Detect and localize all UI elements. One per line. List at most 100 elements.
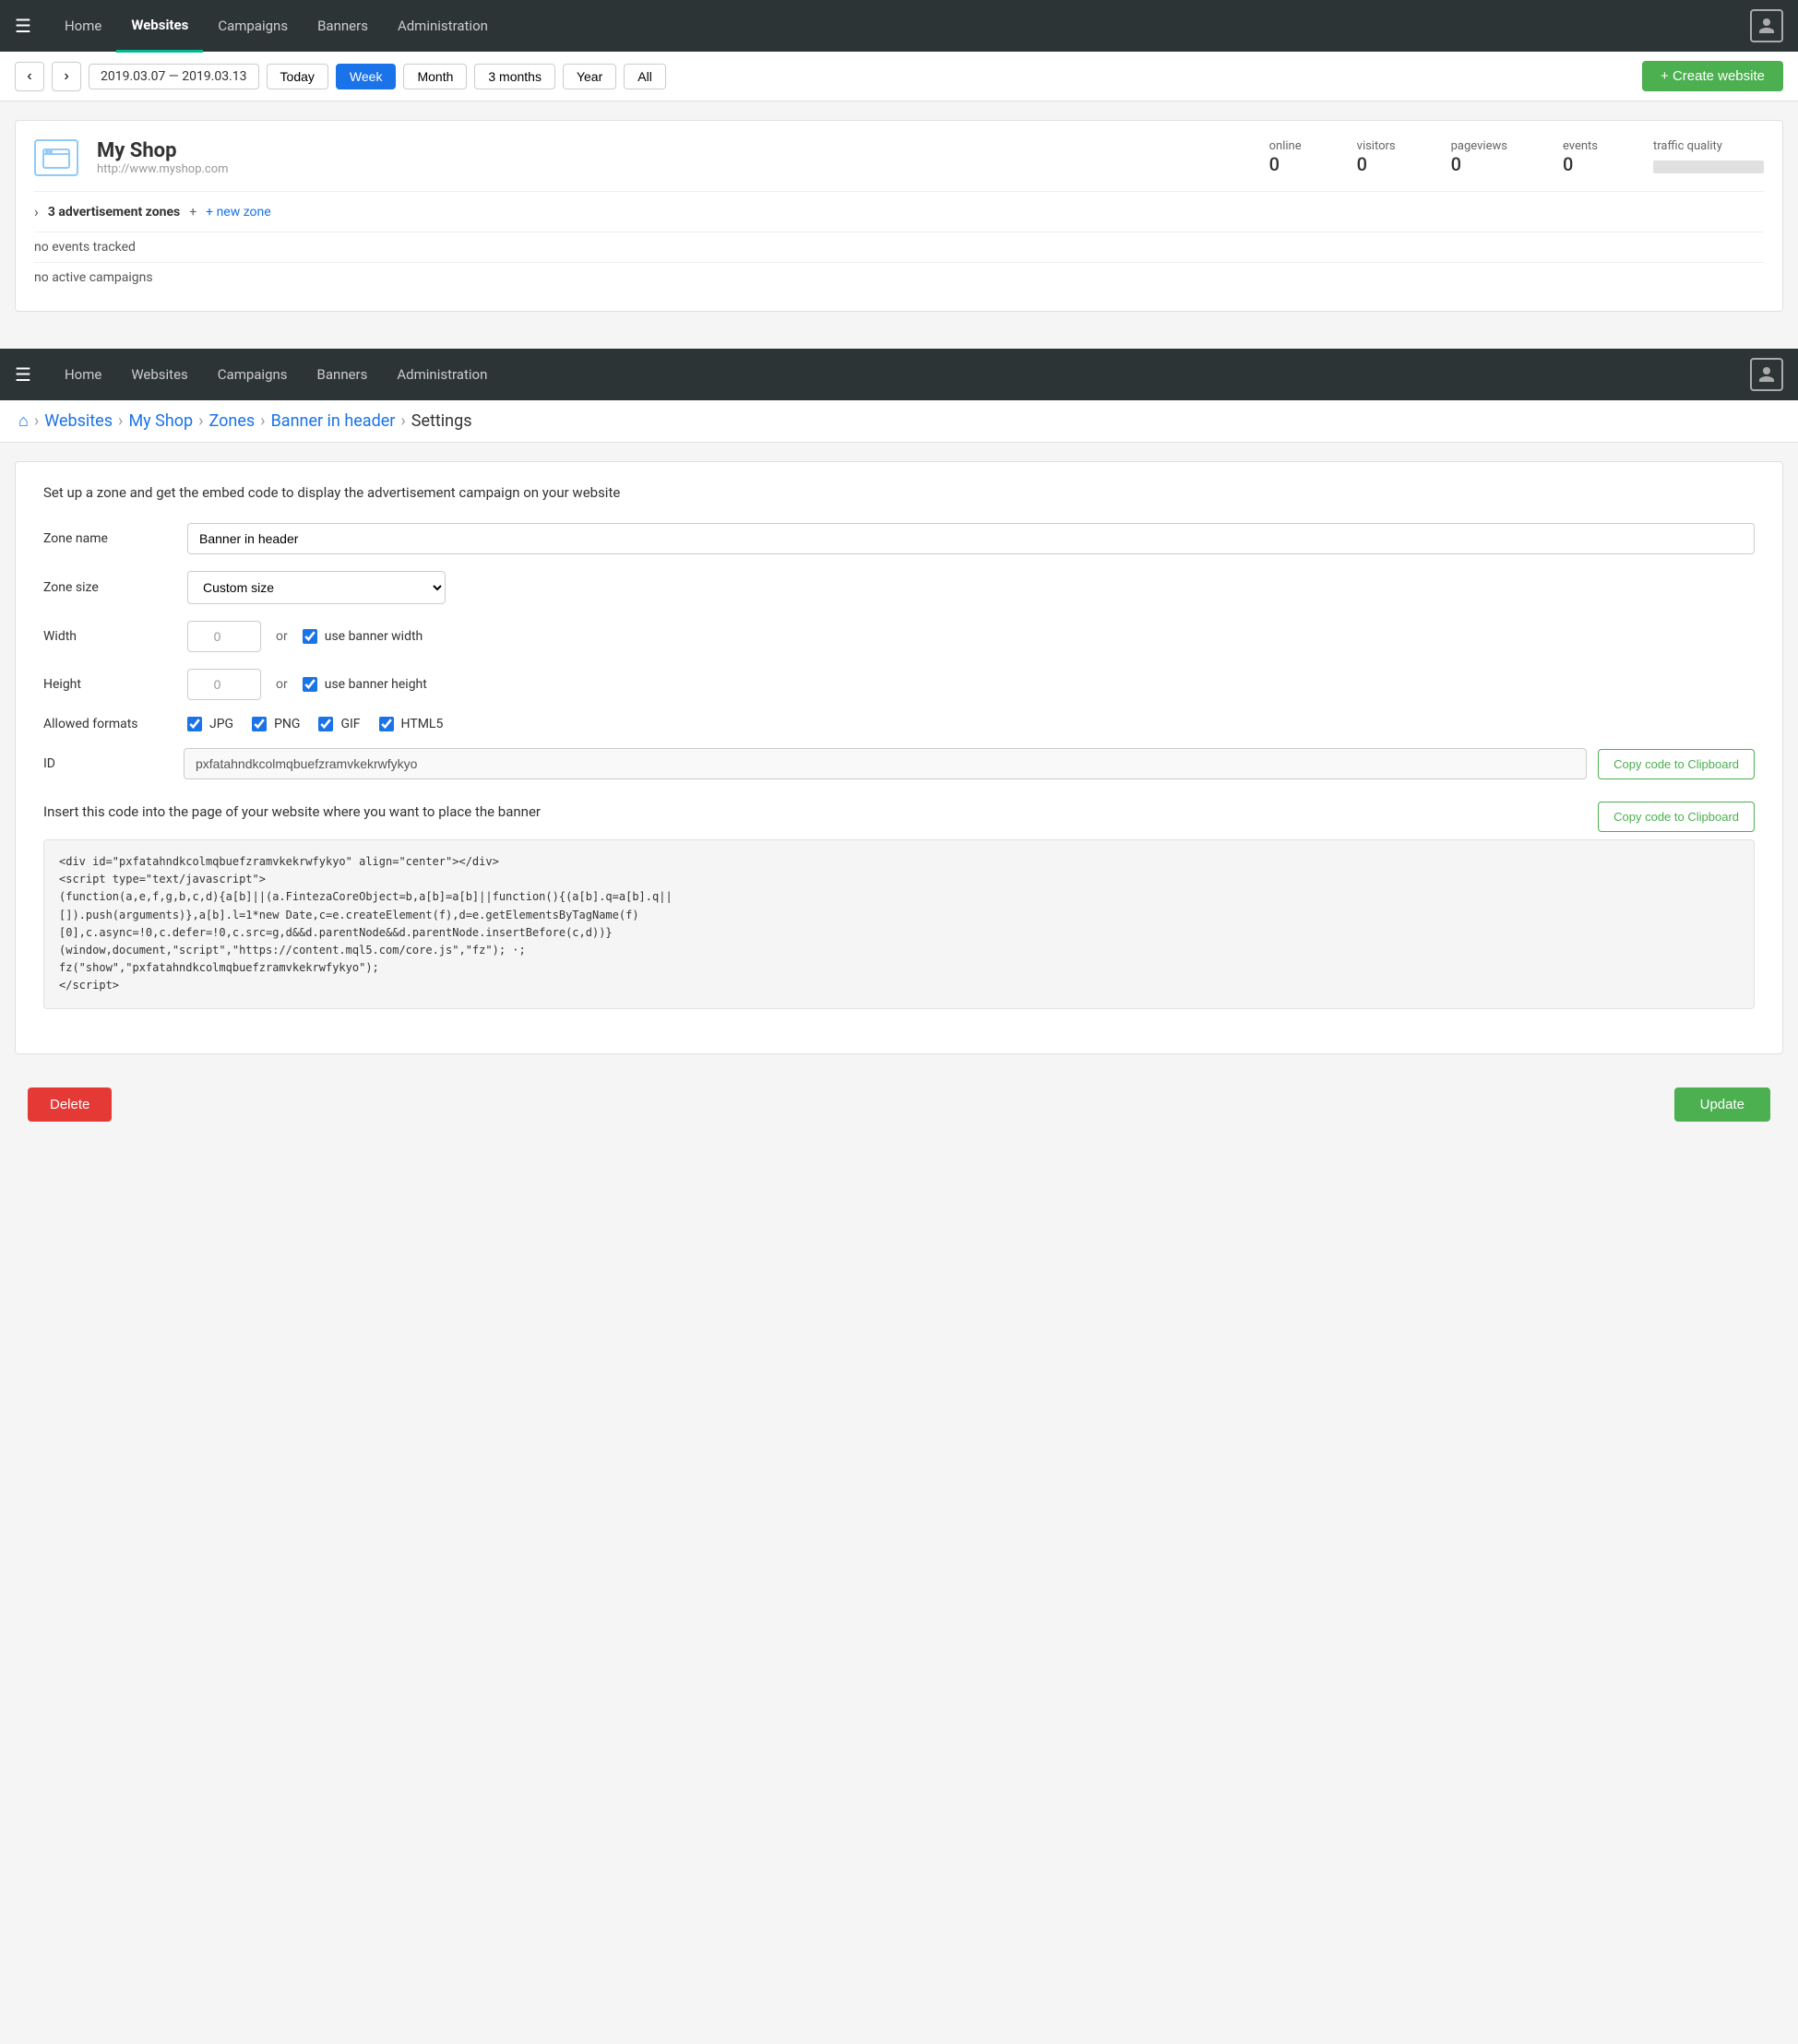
toolbar: ‹ › 2019.03.07 — 2019.03.13 Today Week M… [0,52,1798,101]
formats-checkboxes: JPG PNG GIF HTML5 [187,717,443,731]
height-or: or [276,677,288,692]
next-button[interactable]: › [52,62,81,91]
stat-pageviews: pageviews 0 [1451,139,1507,175]
format-gif-label[interactable]: GIF [318,717,360,731]
nav-campaigns-2[interactable]: Campaigns [203,350,303,399]
height-label: Height [43,677,173,692]
breadcrumb-myshop[interactable]: My Shop [128,411,193,431]
format-jpg-checkbox[interactable] [187,717,202,731]
breadcrumb-banner[interactable]: Banner in header [271,411,396,431]
nav-home-2[interactable]: Home [50,350,116,399]
section-divider [0,330,1798,349]
zone-name-input[interactable] [187,523,1755,554]
code-block: <div id="pxfatahndkcolmqbuefzramvkekrwfy… [43,839,1755,1009]
copy-id-button[interactable]: Copy code to Clipboard [1598,749,1755,779]
nav-websites-2[interactable]: Websites [116,350,202,399]
embed-description: Insert this code into the page of your w… [43,802,1583,823]
user-icon-2[interactable] [1750,358,1783,391]
zone-name-label: Zone name [43,531,173,546]
formats-label: Allowed formats [43,717,173,731]
three-months-button[interactable]: 3 months [474,64,555,89]
formats-row: Allowed formats JPG PNG GIF HTML5 [43,717,1755,731]
navbar-top: ☰ Home Websites Campaigns Banners Admini… [0,0,1798,52]
nav-admin-2[interactable]: Administration [382,350,502,399]
height-checkbox-label[interactable]: use banner height [303,677,427,692]
traffic-bar [1653,160,1764,173]
id-input [184,748,1587,779]
website-url[interactable]: http://www.myshop.com [97,162,1251,176]
zone-count: 3 advertisement zones [48,205,180,220]
copy-embed-button[interactable]: Copy code to Clipboard [1598,802,1755,832]
format-gif-checkbox[interactable] [318,717,333,731]
width-checkbox-text: use banner width [325,629,423,644]
stat-online: online 0 [1269,139,1302,175]
breadcrumb: ⌂ › Websites › My Shop › Zones › Banner … [0,400,1798,443]
format-png-label[interactable]: PNG [252,717,300,731]
id-label: ID [43,756,173,771]
zone-name-row: Zone name [43,523,1755,554]
menu-icon-2[interactable]: ☰ [15,363,31,386]
all-button[interactable]: All [624,64,666,89]
nav-websites-1[interactable]: Websites [116,0,203,53]
website-info: My Shop http://www.myshop.com [97,139,1251,176]
nav-campaigns-1[interactable]: Campaigns [203,1,303,51]
form-section: Set up a zone and get the embed code to … [15,461,1783,1054]
sep-4: › [260,411,265,431]
sep-5: › [400,411,405,431]
height-checkbox[interactable] [303,677,317,692]
height-row: Height or use banner height [43,669,1755,700]
format-html5-label[interactable]: HTML5 [379,717,444,731]
menu-icon[interactable]: ☰ [15,15,31,37]
website-header: My Shop http://www.myshop.com online 0 v… [34,139,1764,192]
embed-top: Insert this code into the page of your w… [43,802,1755,832]
format-gif-text: GIF [340,717,360,731]
new-zone-link[interactable]: + new zone [206,205,271,220]
height-checkbox-text: use banner height [325,677,427,692]
sep-1: › [34,411,39,431]
nav-home-1[interactable]: Home [50,1,116,51]
zone-size-label: Zone size [43,580,173,595]
sep-3: › [198,411,203,431]
width-checkbox-label[interactable]: use banner width [303,629,423,644]
year-button[interactable]: Year [563,64,616,89]
zone-size-select[interactable]: Custom size Banner 728x90 Rectangle 300x… [187,571,446,604]
zone-chevron-icon[interactable]: › [34,203,39,220]
width-row: Width or use banner width [43,621,1755,652]
website-card: My Shop http://www.myshop.com online 0 v… [15,120,1783,312]
zone-row: › 3 advertisement zones + + new zone [34,192,1764,232]
home-icon[interactable]: ⌂ [18,411,29,431]
breadcrumb-zones[interactable]: Zones [209,411,256,431]
embed-section: Insert this code into the page of your w… [43,802,1755,1009]
breadcrumb-websites[interactable]: Websites [44,411,113,431]
stat-traffic: traffic quality [1653,139,1764,175]
nav-banners-1[interactable]: Banners [303,1,383,51]
sep-2: › [118,411,123,431]
width-input[interactable] [187,621,261,652]
breadcrumb-settings: Settings [411,411,472,431]
id-row: ID Copy code to Clipboard [43,748,1755,779]
create-website-button[interactable]: + Create website [1642,61,1783,91]
stat-events: events 0 [1563,139,1598,175]
user-icon-1[interactable] [1750,9,1783,42]
format-png-text: PNG [274,717,300,731]
no-campaigns-row: no active campaigns [34,263,1764,292]
format-jpg-text: JPG [209,717,233,731]
delete-button[interactable]: Delete [28,1087,112,1122]
nav-admin-1[interactable]: Administration [383,1,503,51]
update-button[interactable]: Update [1674,1087,1770,1122]
prev-button[interactable]: ‹ [15,62,44,91]
format-png-checkbox[interactable] [252,717,267,731]
date-range: 2019.03.07 — 2019.03.13 [89,64,259,89]
height-input[interactable] [187,669,261,700]
nav-banners-2[interactable]: Banners [303,350,383,399]
width-checkbox[interactable] [303,629,317,644]
week-button[interactable]: Week [336,64,397,89]
width-label: Width [43,629,173,644]
width-or: or [276,629,288,644]
website-name: My Shop [97,139,1251,162]
format-jpg-label[interactable]: JPG [187,717,233,731]
today-button[interactable]: Today [267,64,328,89]
format-html5-checkbox[interactable] [379,717,394,731]
month-button[interactable]: Month [403,64,467,89]
zone-size-row: Zone size Custom size Banner 728x90 Rect… [43,571,1755,604]
